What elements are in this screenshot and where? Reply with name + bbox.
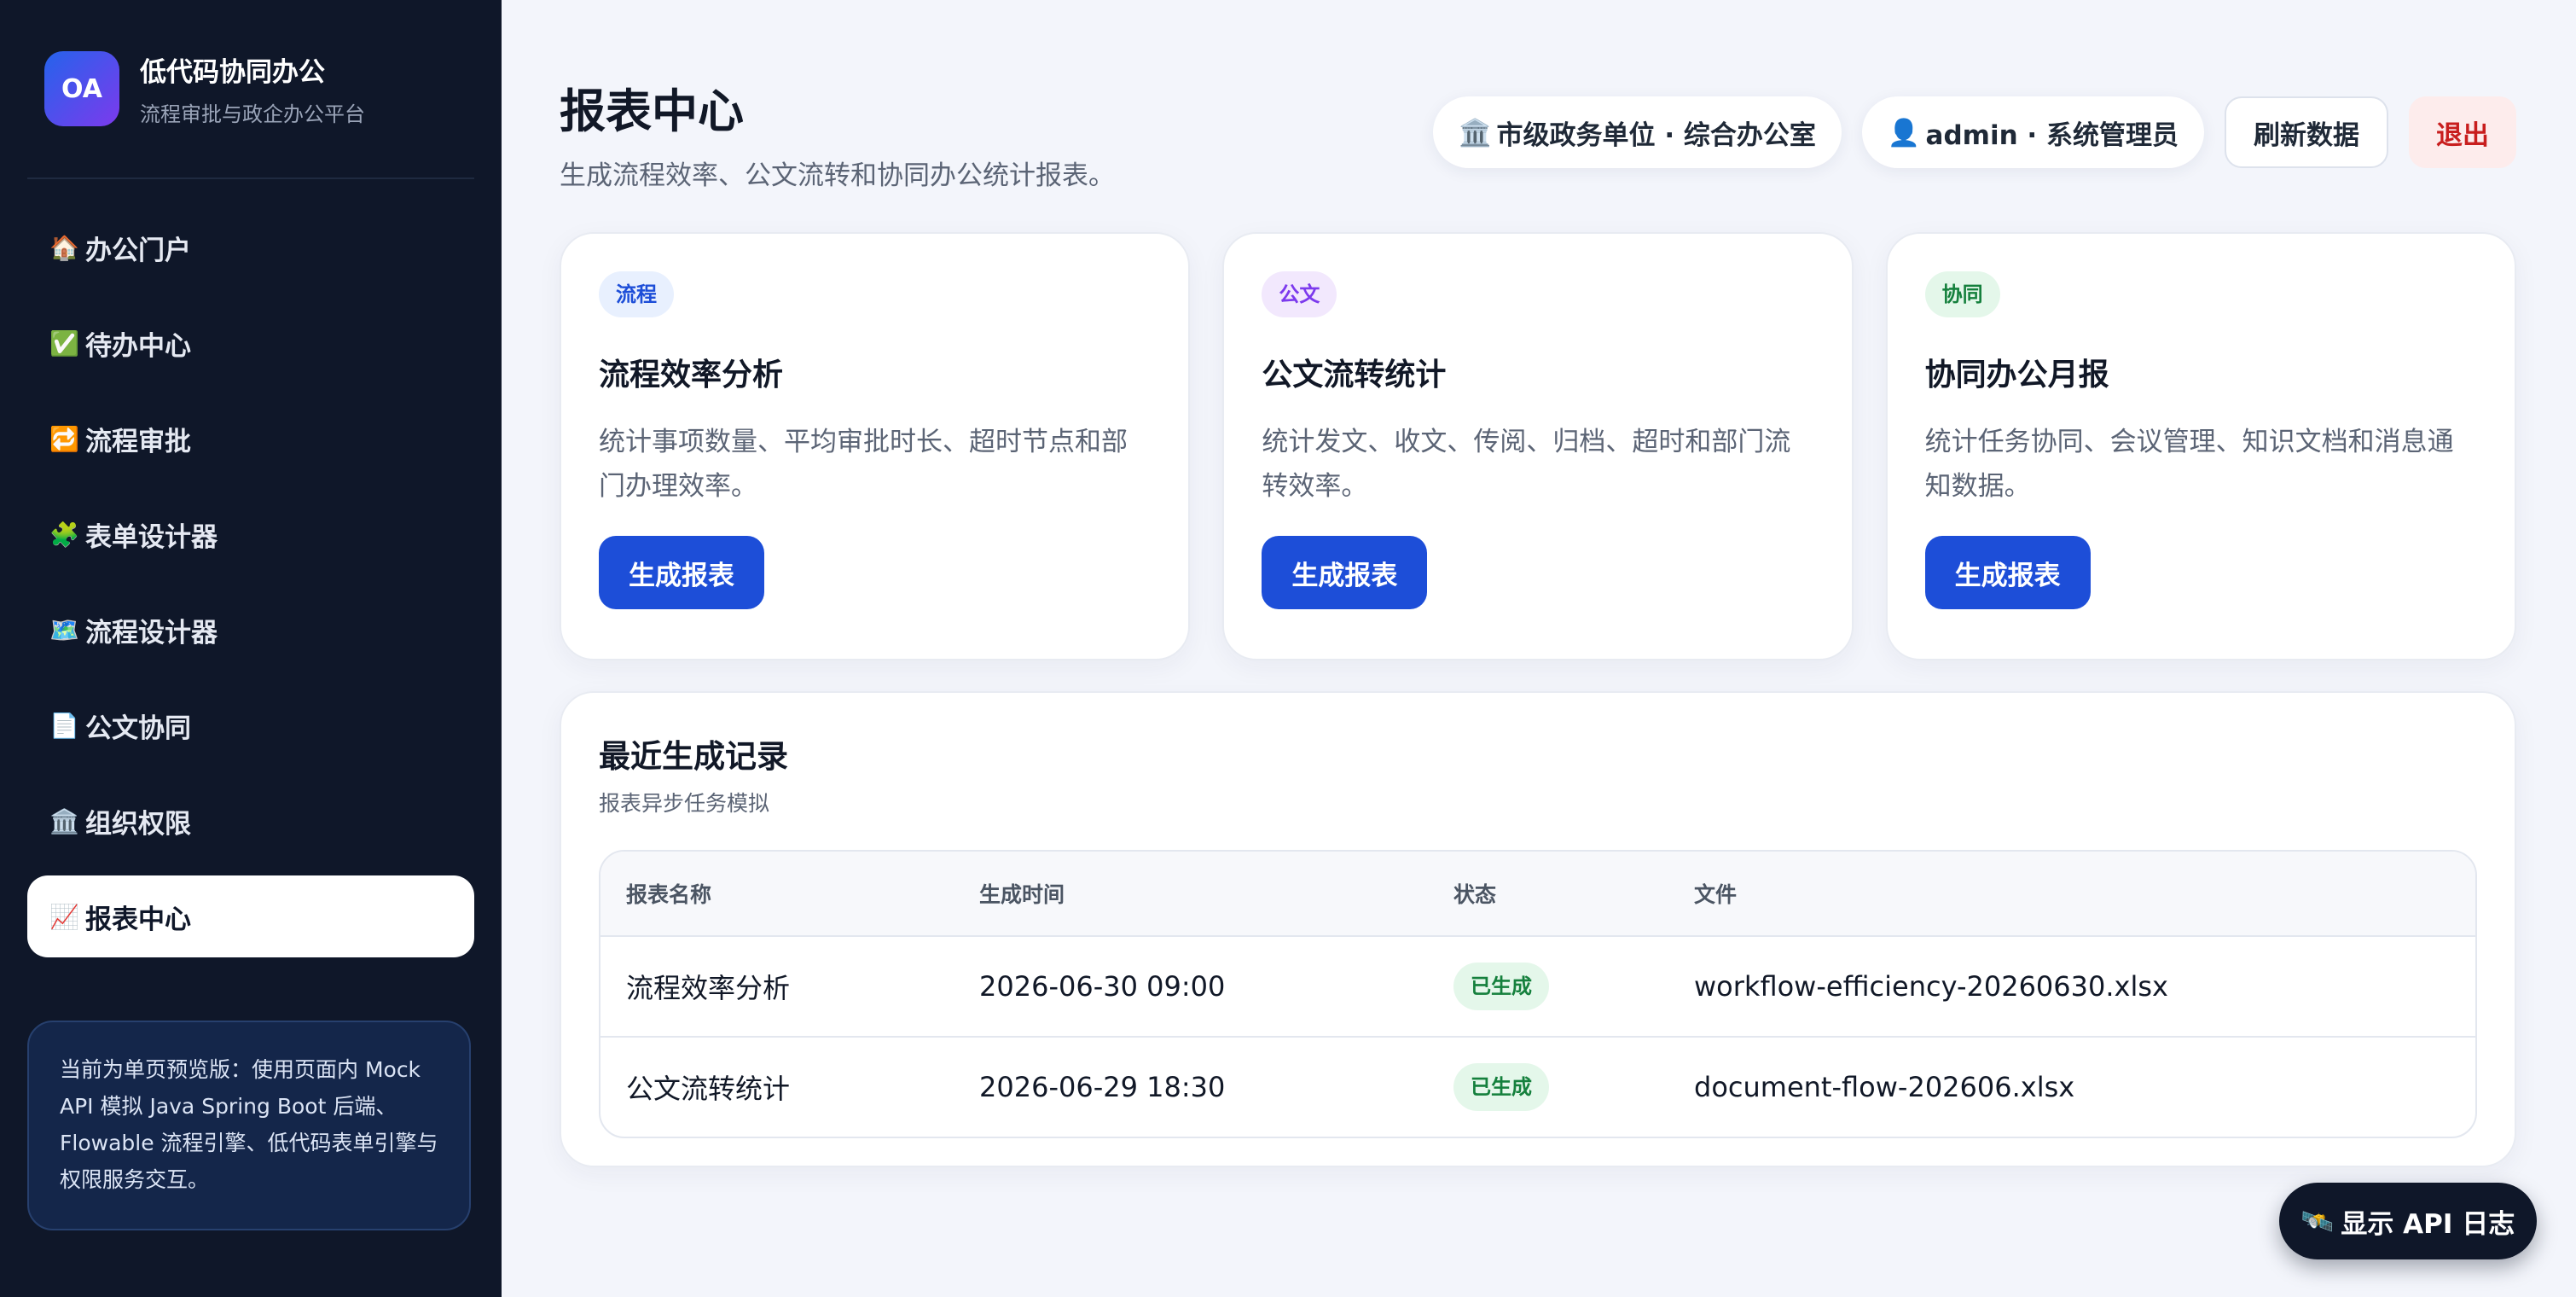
recent-records-panel: 最近生成记录 报表异步任务模拟 报表名称 生成时间 状态 文件 流程效率分析 2… [560, 691, 2516, 1167]
sidebar-item-approval[interactable]: 🔁 流程审批 [27, 398, 474, 480]
records-table: 报表名称 生成时间 状态 文件 流程效率分析 2026-06-30 09:00 … [599, 850, 2477, 1138]
brand-logo: OA [44, 51, 119, 126]
sidebar-nav: 🏠 办公门户 ✅ 待办中心 🔁 流程审批 🧩 表单设计器 🗺️ 流程设计器 📄 … [27, 206, 474, 957]
report-card-documents: 公文 公文流转统计 统计发文、收文、传阅、归档、超时和部门流转效率。 生成报表 [1222, 232, 1854, 660]
status-badge: 已生成 [1453, 963, 1549, 1010]
cell-generated-time: 2026-06-29 18:30 [979, 1071, 1226, 1103]
topbar: 🏛️ 市级政务单位 · 综合办公室 👤 admin · 系统管理员 刷新数据 退… [1432, 96, 2516, 168]
cell-status: 已生成 [1428, 1063, 1668, 1111]
records-subtitle: 报表异步任务模拟 [599, 791, 770, 816]
cell-file[interactable]: workflow-efficiency-20260630.xlsx [1668, 970, 2475, 1003]
sidebar-item-flow-designer[interactable]: 🗺️ 流程设计器 [27, 589, 474, 671]
logout-button[interactable]: 退出 [2409, 96, 2516, 168]
institution-icon: 🏛️ [1458, 117, 1492, 148]
table-row: 公文流转统计 2026-06-29 18:30 已生成 document-flo… [600, 1036, 2475, 1137]
records-title: 最近生成记录 [599, 738, 788, 775]
api-log-label: 显示 API 日志 [2341, 1208, 2515, 1240]
column-header-name: 报表名称 [626, 882, 712, 907]
map-icon: 🗺️ [49, 615, 79, 644]
user-label: admin · 系统管理员 [1925, 119, 2179, 151]
sidebar-item-documents[interactable]: 📄 公文协同 [27, 684, 474, 766]
cell-file[interactable]: document-flow-202606.xlsx [1668, 1071, 2475, 1103]
show-api-log-button[interactable]: 🛰️ 显示 API 日志 [2279, 1183, 2537, 1259]
brand: OA 低代码协同办公 流程审批与政企办公平台 [27, 0, 474, 179]
page-title: 报表中心 [560, 84, 744, 138]
check-icon: ✅ [49, 329, 79, 358]
sidebar-item-label: 流程设计器 [85, 617, 218, 648]
report-card-collaboration: 协同 协同办公月报 统计任务协同、会议管理、知识文档和消息通知数据。 生成报表 [1885, 232, 2516, 660]
column-header-status: 状态 [1453, 882, 1497, 907]
sidebar-item-permissions[interactable]: 🏛️ 组织权限 [27, 780, 474, 862]
sidebar-item-portal[interactable]: 🏠 办公门户 [27, 206, 474, 288]
institution-icon: 🏛️ [49, 806, 79, 835]
status-badge: 已生成 [1453, 1063, 1549, 1111]
card-title: 公文流转统计 [1262, 358, 1447, 393]
sidebar-item-label: 报表中心 [85, 904, 191, 935]
card-tag: 协同 [1924, 271, 2000, 317]
refresh-button[interactable]: 刷新数据 [2225, 96, 2388, 168]
puzzle-icon: 🧩 [49, 520, 79, 549]
brand-title: 低代码协同办公 [140, 57, 325, 88]
preview-notice: 当前为单页预览版：使用页面内 Mock API 模拟 Java Spring B… [27, 1021, 471, 1230]
column-header-time: 生成时间 [979, 882, 1065, 907]
generate-report-button[interactable]: 生成报表 [599, 536, 764, 609]
sidebar: OA 低代码协同办公 流程审批与政企办公平台 🏠 办公门户 ✅ 待办中心 🔁 流… [0, 0, 502, 1297]
report-cards: 流程 流程效率分析 统计事项数量、平均审批时长、超时节点和部门办理效率。 生成报… [560, 232, 2516, 660]
sidebar-item-label: 办公门户 [85, 235, 191, 266]
card-title: 流程效率分析 [599, 358, 784, 393]
table-header: 报表名称 生成时间 状态 文件 [600, 852, 2475, 935]
org-chip: 🏛️ 市级政务单位 · 综合办公室 [1432, 96, 1842, 168]
card-description: 统计事项数量、平均审批时长、超时节点和部门办理效率。 [599, 427, 1128, 502]
sidebar-item-label: 公文协同 [85, 712, 191, 744]
report-card-workflow: 流程 流程效率分析 统计事项数量、平均审批时长、超时节点和部门办理效率。 生成报… [560, 232, 1191, 660]
table-row: 流程效率分析 2026-06-30 09:00 已生成 workflow-eff… [600, 935, 2475, 1036]
brand-text: 低代码协同办公 流程审批与政企办公平台 [140, 50, 365, 127]
cell-generated-time: 2026-06-30 09:00 [979, 970, 1226, 1003]
cell-status: 已生成 [1428, 963, 1668, 1010]
card-description: 统计任务协同、会议管理、知识文档和消息通知数据。 [1924, 427, 2454, 502]
brand-subtitle: 流程审批与政企办公平台 [140, 102, 365, 126]
sidebar-item-label: 待办中心 [85, 330, 191, 362]
generate-report-button[interactable]: 生成报表 [1262, 536, 1428, 609]
page-subtitle: 生成流程效率、公文流转和协同办公统计报表。 [560, 160, 1115, 191]
sidebar-item-todo[interactable]: ✅ 待办中心 [27, 302, 474, 384]
card-tag: 流程 [599, 271, 674, 317]
generate-report-button[interactable]: 生成报表 [1924, 536, 2091, 609]
user-icon: 👤 [1887, 117, 1921, 148]
satellite-icon: 🛰️ [2300, 1206, 2335, 1237]
user-chip: 👤 admin · 系统管理员 [1861, 96, 2204, 168]
sidebar-item-label: 流程审批 [85, 426, 191, 457]
cell-report-name: 流程效率分析 [626, 972, 791, 1004]
card-tag: 公文 [1262, 271, 1337, 317]
document-icon: 📄 [49, 711, 79, 740]
card-title: 协同办公月报 [1924, 358, 2109, 393]
repeat-icon: 🔁 [49, 424, 79, 453]
sidebar-item-form-designer[interactable]: 🧩 表单设计器 [27, 493, 474, 575]
sidebar-item-label: 表单设计器 [85, 521, 218, 553]
card-description: 统计发文、收文、传阅、归档、超时和部门流转效率。 [1262, 427, 1791, 502]
home-icon: 🏠 [49, 233, 79, 262]
sidebar-item-label: 组织权限 [85, 808, 191, 840]
chart-icon: 📈 [49, 902, 79, 931]
org-label: 市级政务单位 · 综合办公室 [1496, 119, 1816, 151]
sidebar-item-reports[interactable]: 📈 报表中心 [27, 875, 474, 957]
cell-report-name: 公文流转统计 [626, 1073, 791, 1105]
column-header-file: 文件 [1694, 882, 1738, 907]
